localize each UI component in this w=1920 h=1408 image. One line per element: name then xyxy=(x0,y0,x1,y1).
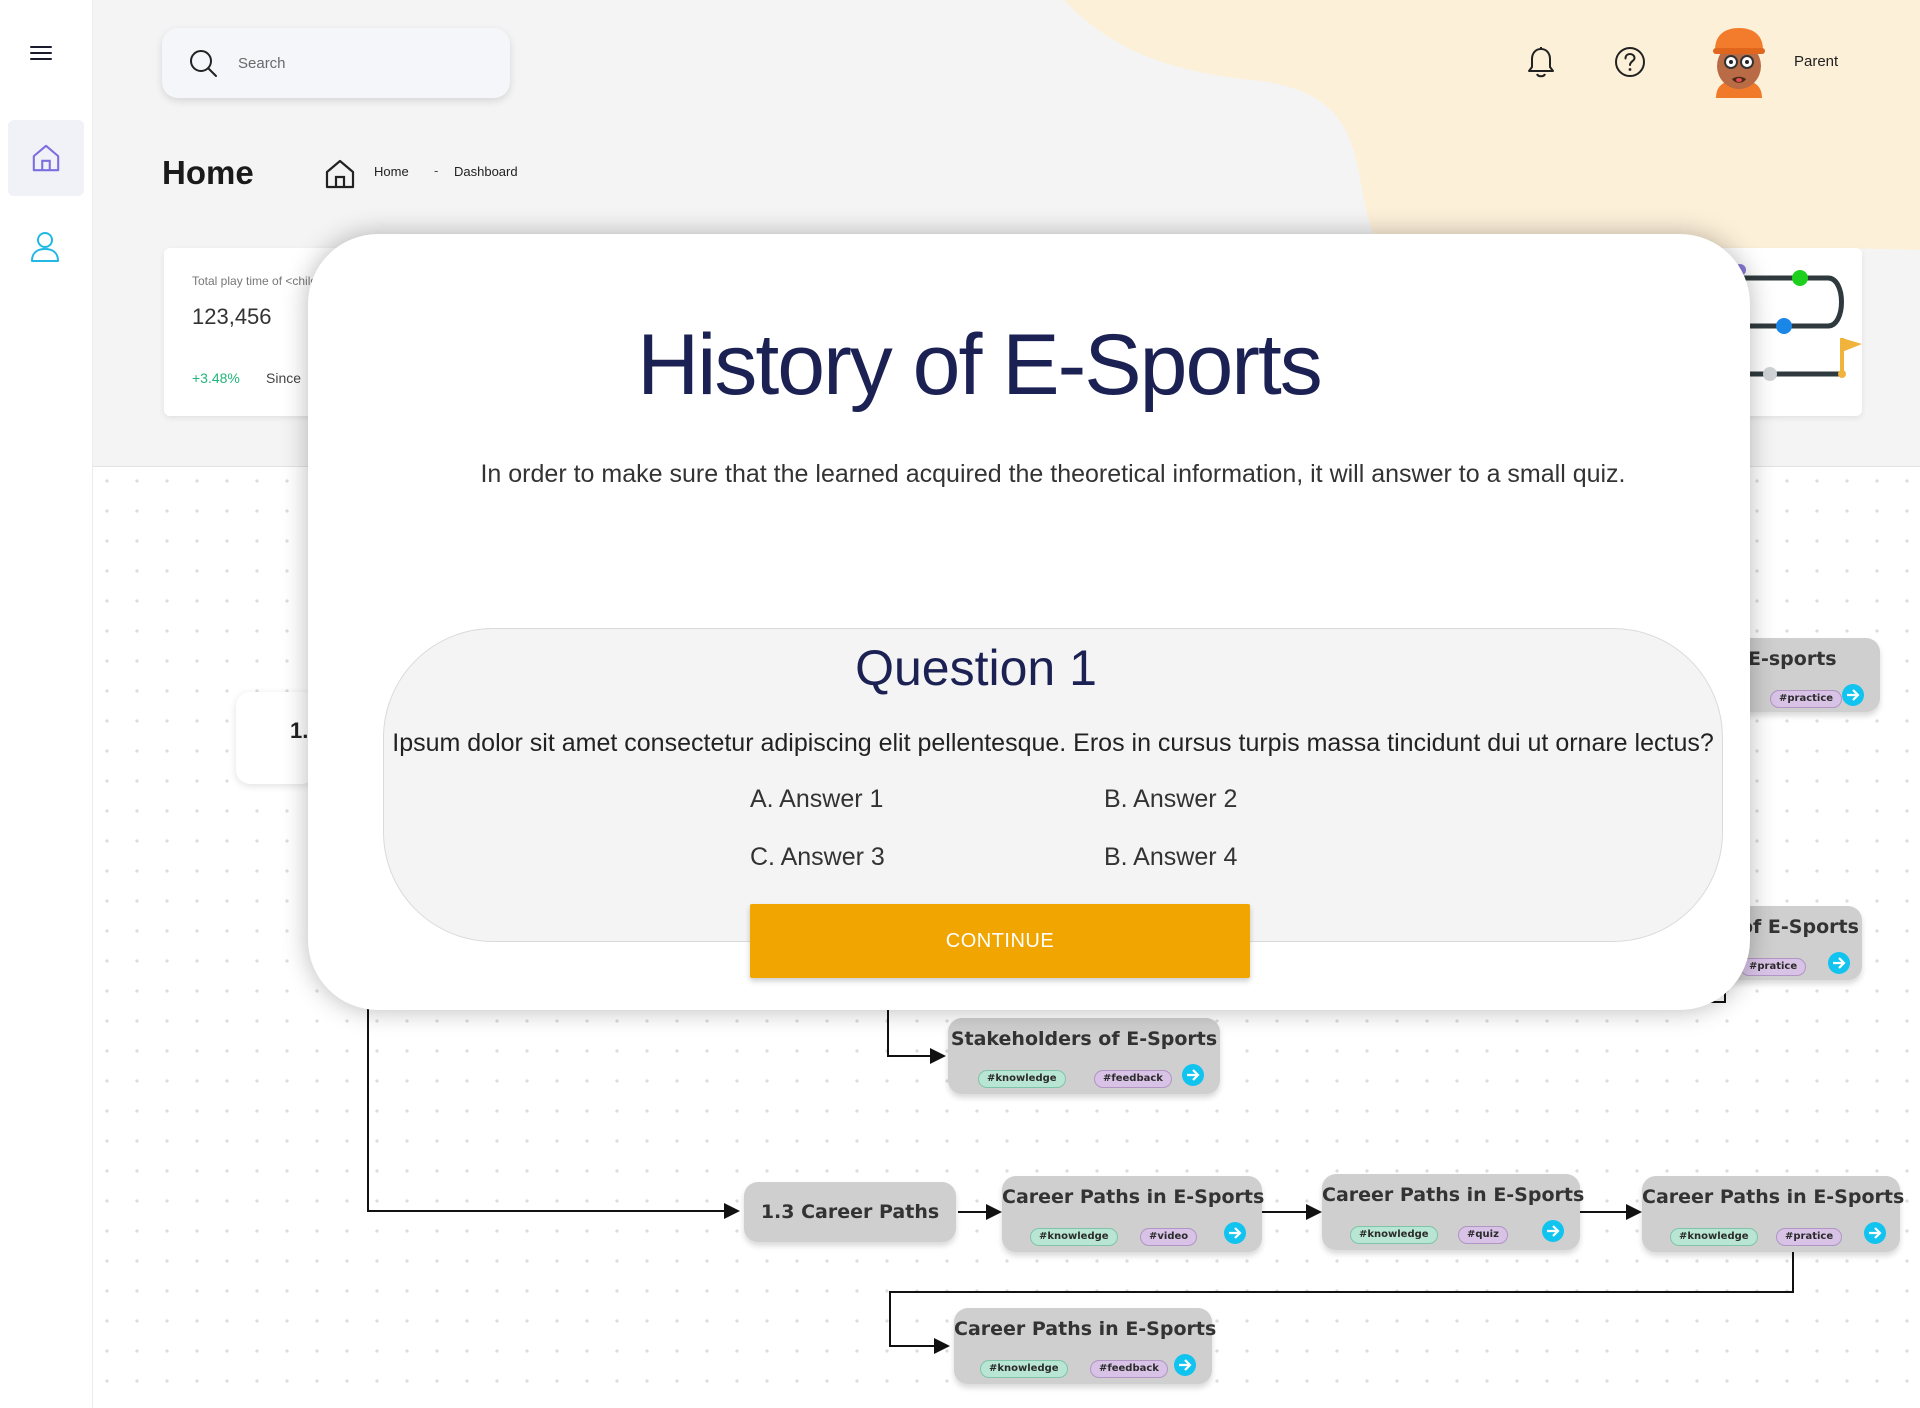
tag: #knowledge xyxy=(978,1070,1066,1088)
quiz-modal: History of E-Sports In order to make sur… xyxy=(308,234,1750,1010)
flow-node-stakeholders[interactable]: Stakeholders of E-Sports #knowledge #fee… xyxy=(948,1018,1220,1094)
question-card: Question 1 Ipsum dolor sit amet consecte… xyxy=(383,628,1723,942)
go-button[interactable] xyxy=(1182,1064,1204,1086)
go-button[interactable] xyxy=(1842,684,1864,706)
flow-node-title: Career Paths in E-Sports xyxy=(1642,1186,1905,1208)
flow-node-career-video[interactable]: Career Paths in E-Sports #knowledge #vid… xyxy=(1002,1176,1265,1252)
tag: #knowledge xyxy=(1030,1228,1118,1246)
question-text: Ipsum dolor sit amet consectetur adipisc… xyxy=(392,729,1714,757)
continue-button[interactable]: CONTINUE xyxy=(750,904,1250,978)
flow-node-title: Stakeholders of E-Sports xyxy=(950,1028,1218,1050)
answer-option-c[interactable]: C. Answer 3 xyxy=(750,843,885,872)
tag: #knowledge xyxy=(1670,1228,1758,1246)
answer-option-a[interactable]: A. Answer 1 xyxy=(750,785,883,814)
tag: #knowledge xyxy=(980,1360,1068,1378)
flow-node-title: 1.3 Career Paths xyxy=(760,1201,940,1223)
arrow-right-icon xyxy=(1229,1227,1242,1239)
flow-node-title: Career Paths in E-Sports xyxy=(1002,1186,1265,1208)
modal-subtitle: In order to make sure that the learned a… xyxy=(480,460,1626,488)
tag: #feedback xyxy=(1094,1070,1172,1088)
flow-node-career-paths[interactable]: 1.3 Career Paths xyxy=(744,1182,956,1242)
flow-node-career-practice[interactable]: Career Paths in E-Sports #knowledge #pra… xyxy=(1642,1176,1905,1252)
flow-node-career-quiz[interactable]: Career Paths in E-Sports #knowledge #qui… xyxy=(1322,1174,1585,1250)
go-button[interactable] xyxy=(1542,1220,1564,1242)
flow-node-partial[interactable]: 1. xyxy=(236,692,316,784)
go-button[interactable] xyxy=(1224,1222,1246,1244)
answer-option-b[interactable]: B. Answer 2 xyxy=(1104,785,1237,814)
arrow-right-icon xyxy=(1179,1359,1192,1371)
arrow-right-icon xyxy=(1869,1227,1882,1239)
tag: #pratice xyxy=(1740,958,1807,976)
tag: #quiz xyxy=(1458,1226,1508,1244)
tag: #feedback xyxy=(1090,1360,1168,1378)
go-button[interactable] xyxy=(1174,1354,1196,1376)
question-title: Question 1 xyxy=(855,640,1097,696)
go-button[interactable] xyxy=(1828,952,1850,974)
flow-node-title: Career Paths in E-Sports xyxy=(1322,1184,1585,1206)
flow-node-title: Career Paths in E-Sports xyxy=(954,1318,1217,1340)
modal-title: History of E-Sports xyxy=(637,317,1323,413)
tag: #pratice xyxy=(1776,1228,1843,1246)
tag: #practice xyxy=(1770,690,1843,708)
go-button[interactable] xyxy=(1864,1222,1886,1244)
arrow-right-icon xyxy=(1847,689,1860,701)
arrow-right-icon xyxy=(1833,957,1846,969)
arrow-right-icon xyxy=(1547,1225,1560,1237)
tag: #video xyxy=(1140,1228,1198,1246)
flow-node-partial-label: 1. xyxy=(290,718,309,743)
arrow-right-icon xyxy=(1187,1069,1200,1081)
answer-option-d[interactable]: B. Answer 4 xyxy=(1104,843,1237,872)
flow-node-career-feedback[interactable]: Career Paths in E-Sports #knowledge #fee… xyxy=(954,1308,1217,1384)
tag: #knowledge xyxy=(1350,1226,1438,1244)
